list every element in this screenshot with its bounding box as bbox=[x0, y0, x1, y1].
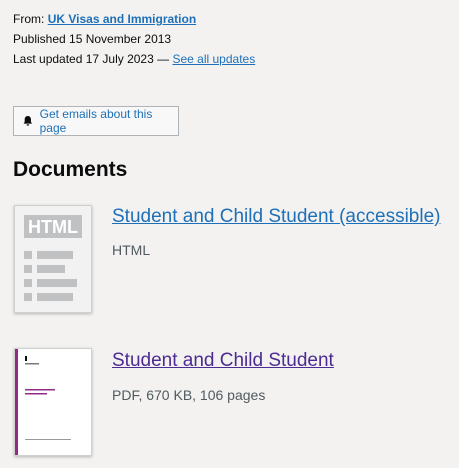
html-thumbnail[interactable]: HTML bbox=[14, 205, 92, 313]
last-updated-text: Last updated 17 July 2023 — bbox=[13, 52, 170, 66]
document-meta-accessible: HTML bbox=[112, 242, 151, 258]
published-date: Published 15 November 2013 bbox=[13, 32, 172, 46]
document-meta-pdf: PDF, 670 KB, 106 pages bbox=[112, 387, 266, 403]
document-link-accessible[interactable]: Student and Child Student (accessible) bbox=[112, 205, 440, 229]
organisation-link[interactable]: UK Visas and Immigration bbox=[48, 12, 196, 26]
see-all-updates-link[interactable]: See all updates bbox=[172, 52, 255, 66]
from-label: From: bbox=[13, 12, 45, 26]
pdf-thumbnail[interactable] bbox=[14, 348, 92, 456]
html-icon: HTML bbox=[24, 215, 82, 301]
bell-icon bbox=[23, 116, 33, 126]
html-icon-label: HTML bbox=[28, 217, 78, 237]
from-row: From: UK Visas and Immigration bbox=[13, 9, 255, 29]
page-metadata: From: UK Visas and Immigration Published… bbox=[13, 9, 255, 69]
get-emails-label: Get emails about this page bbox=[39, 107, 153, 135]
documents-heading: Documents bbox=[13, 158, 128, 181]
document-link-pdf[interactable]: Student and Child Student bbox=[112, 349, 334, 373]
pdf-cover-icon bbox=[15, 349, 91, 455]
last-updated-row: Last updated 17 July 2023 — See all upda… bbox=[13, 49, 255, 69]
get-emails-button[interactable]: Get emails about this page bbox=[13, 106, 179, 136]
